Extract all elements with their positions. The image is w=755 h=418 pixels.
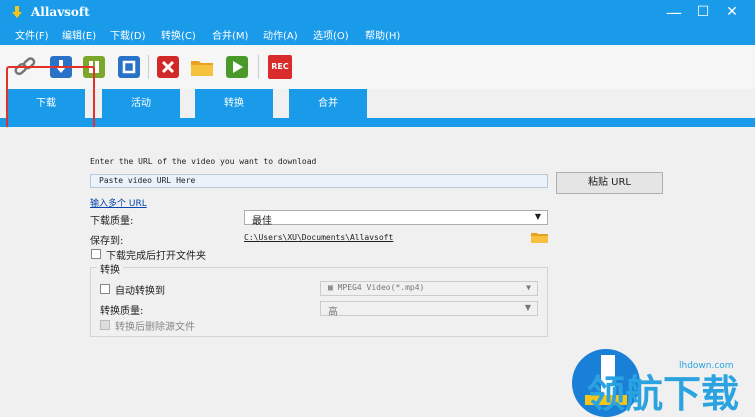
format-select[interactable]: ▦ MPEG4 Video(*.mp4) ▼	[320, 281, 538, 296]
close-button[interactable]: ✕	[717, 0, 747, 25]
menu-download[interactable]: 下载(D)	[110, 27, 146, 42]
watermark-site: lhdown.com	[679, 361, 734, 371]
watermark: 领航下载 lhdown.com	[563, 343, 755, 417]
window-title: Allavsoft	[31, 5, 90, 19]
stop-icon[interactable]	[117, 55, 141, 79]
convert-quality-select[interactable]: 高 ▼	[320, 301, 538, 318]
url-input[interactable]: Paste video URL Here	[90, 174, 548, 188]
tab-activity[interactable]: 活动	[102, 89, 180, 121]
quality-value: 最佳	[252, 216, 272, 227]
tab-merge[interactable]: 合并	[289, 89, 367, 121]
play-icon[interactable]	[225, 55, 249, 79]
film-icon: ▦	[328, 283, 338, 292]
menu-edit[interactable]: 编辑(E)	[62, 27, 96, 42]
chevron-down-icon: ▼	[526, 283, 531, 292]
chevron-down-icon: ▼	[524, 303, 531, 312]
menu-bar: 文件(F) 编辑(E) 下载(D) 转换(C) 合并(M) 动作(A) 选项(O…	[0, 25, 755, 45]
toolbar-separator	[258, 55, 259, 79]
tab-underline	[0, 118, 755, 127]
delete-source-label: 转换后删除源文件	[115, 322, 195, 333]
quality-select[interactable]: 最佳 ▼	[244, 210, 548, 227]
record-button[interactable]: REC	[268, 55, 292, 79]
open-folder-label: 下载完成后打开文件夹	[106, 251, 206, 262]
watermark-text: 领航下载	[587, 372, 740, 416]
url-prompt: Enter the URL of the video you want to d…	[90, 157, 317, 166]
menu-help[interactable]: 帮助(H)	[365, 27, 400, 42]
cancel-icon[interactable]	[156, 55, 180, 79]
convert-quality-value: 高	[328, 307, 338, 318]
toolbar: REC	[0, 45, 755, 89]
menu-action[interactable]: 动作(A)	[263, 27, 298, 42]
quality-label: 下载质量:	[90, 216, 134, 227]
menu-merge[interactable]: 合并(M)	[212, 27, 248, 42]
toolbar-separator	[148, 55, 149, 79]
title-bar: Allavsoft — ☐ ✕	[0, 0, 755, 25]
open-folder-checkbox[interactable]	[91, 249, 101, 259]
convert-quality-label: 转换质量:	[100, 306, 144, 317]
menu-file[interactable]: 文件(F)	[15, 27, 49, 42]
menu-convert[interactable]: 转换(C)	[161, 27, 196, 42]
delete-source-checkbox[interactable]	[100, 320, 110, 330]
save-path-link[interactable]: C:\Users\XU\Documents\Allavsoft	[244, 233, 393, 242]
format-value: MPEG4 Video(*.mp4)	[337, 283, 425, 292]
menu-options[interactable]: 选项(O)	[313, 27, 349, 42]
save-label: 保存到:	[90, 236, 124, 247]
paste-url-button[interactable]: 粘贴 URL	[556, 172, 663, 194]
chevron-down-icon: ▼	[534, 212, 541, 221]
highlight-annotation	[6, 66, 95, 133]
folder-icon[interactable]	[190, 55, 214, 79]
convert-group-title: 转换	[97, 261, 123, 276]
app-logo-icon	[12, 6, 22, 18]
multi-url-link[interactable]: 输入多个 URL	[90, 196, 147, 209]
folder-icon[interactable]	[531, 231, 548, 243]
auto-convert-label: 自动转换到	[115, 286, 165, 297]
tab-convert[interactable]: 转换	[195, 89, 273, 121]
auto-convert-checkbox[interactable]	[100, 284, 110, 294]
minimize-button[interactable]: —	[659, 0, 689, 25]
maximize-button[interactable]: ☐	[688, 0, 718, 25]
